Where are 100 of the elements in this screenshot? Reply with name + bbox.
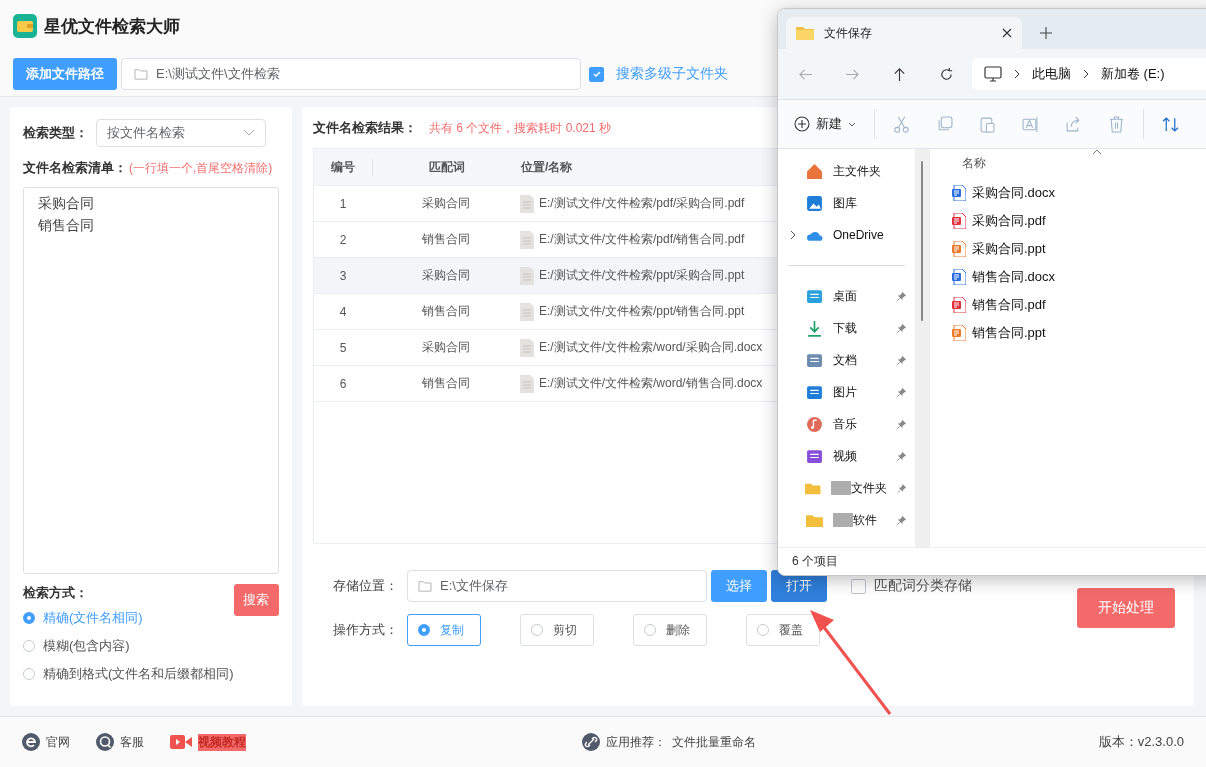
ppt-file-icon	[952, 325, 966, 341]
scissors-icon[interactable]	[893, 115, 910, 133]
classify-checkbox[interactable]	[851, 578, 866, 594]
pin-icon[interactable]	[896, 386, 907, 398]
table-cell: E:/测试文件/文件检索/ppt/采购合同.ppt	[539, 267, 745, 284]
nav-item[interactable]: OneDrive	[833, 228, 884, 242]
search-list-textarea[interactable]: 采购合同 销售合同	[23, 187, 279, 574]
pdf-file-icon	[952, 213, 966, 229]
document-icon	[520, 266, 534, 285]
pin-icon[interactable]	[896, 418, 907, 430]
table-cell-text: 采购合同	[421, 267, 471, 284]
nav-item[interactable]: 软件	[853, 511, 877, 529]
file-name[interactable]: 销售合同.pdf	[972, 296, 1046, 314]
pin-icon[interactable]	[896, 354, 907, 366]
address-bar[interactable]: 此电脑 新加卷 (E:)	[972, 58, 1206, 90]
plus-icon[interactable]	[1040, 27, 1052, 39]
table-cell-text: 采购合同	[421, 195, 471, 212]
share-icon[interactable]	[1065, 115, 1082, 133]
checkmark-icon	[591, 69, 602, 79]
browser-e-icon	[22, 733, 40, 751]
column-header: 匹配词	[429, 159, 465, 174]
table-cell-text: 2	[338, 232, 348, 247]
rename-icon[interactable]	[1022, 115, 1039, 133]
nav-item[interactable]: 视频	[833, 447, 857, 465]
chevron-right-icon[interactable]	[790, 230, 796, 240]
table-cell: E:/测试文件/文件检索/pdf/销售合同.pdf	[539, 231, 745, 248]
radio-label[interactable]: 精确到格式(文件名和后缀都相同)	[43, 665, 234, 683]
radio-button[interactable]	[23, 668, 35, 680]
home-icon	[806, 162, 823, 180]
radio-label[interactable]: 模糊(包含内容)	[43, 637, 130, 655]
path-field[interactable]: E:\测试文件\文件检索	[121, 58, 581, 90]
operation-label: 操作方式：	[333, 621, 399, 639]
desktop-icon	[806, 287, 823, 305]
wallet-logo-icon	[13, 14, 37, 38]
table-cell-text: 3	[338, 268, 348, 283]
scrollbar-thumb[interactable]	[921, 161, 923, 321]
breadcrumb[interactable]: 此电脑	[1032, 65, 1071, 83]
sort-icon[interactable]	[1162, 115, 1179, 133]
pin-icon[interactable]	[896, 322, 907, 334]
subfolders-checkbox[interactable]	[589, 66, 604, 82]
radio-button[interactable]	[23, 640, 35, 652]
trash-icon[interactable]	[1108, 115, 1125, 133]
column-header[interactable]: 名称	[962, 155, 986, 172]
word-file-icon	[952, 269, 966, 285]
chevron-down-icon	[848, 121, 856, 127]
copy-icon[interactable]	[936, 115, 953, 133]
close-icon[interactable]	[1002, 28, 1012, 38]
list-entry: 销售合同	[38, 216, 94, 235]
chevron-down-icon	[243, 129, 255, 137]
table-cell-text: 1	[338, 196, 348, 211]
document-icon	[520, 194, 534, 213]
table-cell-text: 销售合同	[421, 303, 471, 320]
table-cell-text: 4	[338, 304, 348, 319]
table-cell: E:/测试文件/文件检索/ppt/销售合同.ppt	[539, 303, 745, 320]
folder-icon	[418, 580, 432, 592]
ppt-file-icon	[952, 241, 966, 257]
download-icon	[806, 319, 823, 337]
recommend-app-link[interactable]: 文件批量重命名	[672, 733, 756, 751]
footer-link[interactable]: 客服	[120, 733, 144, 751]
explorer-tab[interactable]: 文件保存	[786, 17, 1022, 49]
file-name[interactable]: 销售合同.docx	[972, 268, 1056, 286]
storage-label: 存储位置：	[333, 577, 399, 595]
classify-label[interactable]: 匹配词分类存储	[874, 577, 972, 595]
nav-item[interactable]: 图片	[833, 383, 857, 401]
document-icon	[806, 351, 823, 369]
clipboard-icon[interactable]	[979, 115, 996, 133]
folder-icon	[796, 26, 814, 40]
table-cell-text: 5	[338, 340, 348, 355]
pin-icon[interactable]	[896, 450, 907, 462]
sort-up-caret-icon	[1092, 149, 1102, 155]
search-type-label: 检索类型：	[23, 124, 88, 142]
nav-item[interactable]: 主文件夹	[833, 162, 881, 180]
file-name[interactable]: 采购合同.docx	[972, 184, 1056, 202]
operation-option[interactable]: 删除	[633, 614, 707, 646]
pin-icon[interactable]	[896, 482, 907, 494]
link-icon	[582, 733, 600, 751]
storage-path-field[interactable]: E:\文件保存	[407, 570, 707, 602]
nav-item[interactable]: 音乐	[833, 415, 857, 433]
pin-icon[interactable]	[896, 290, 907, 302]
nav-item[interactable]: 文档	[833, 351, 857, 369]
nav-item[interactable]: 图库	[833, 194, 857, 212]
operation-option[interactable]: 剪切	[520, 614, 594, 646]
word-file-icon	[952, 185, 966, 201]
results-title: 文件名检索结果：	[313, 119, 417, 137]
footer-link[interactable]: 官网	[46, 733, 70, 751]
file-name[interactable]: 采购合同.ppt	[972, 240, 1046, 258]
folder-icon	[134, 68, 148, 80]
chevron-right-icon	[1083, 69, 1089, 79]
document-icon	[520, 302, 534, 321]
up-arrow-icon[interactable]	[892, 66, 907, 82]
pin-icon[interactable]	[896, 514, 907, 526]
breadcrumb[interactable]: 新加卷 (E:)	[1101, 65, 1165, 83]
nav-item[interactable]: 文件夹	[850, 479, 887, 497]
radio-button[interactable]	[23, 612, 35, 624]
table-cell: E:/测试文件/文件检索/pdf/采购合同.pdf	[539, 195, 745, 212]
search-type-select[interactable]: 按文件名检索	[96, 119, 266, 147]
table-cell-text: 采购合同	[421, 339, 471, 356]
new-button[interactable]: 新建	[794, 115, 856, 133]
document-icon	[520, 374, 534, 393]
refresh-icon[interactable]	[939, 66, 954, 82]
